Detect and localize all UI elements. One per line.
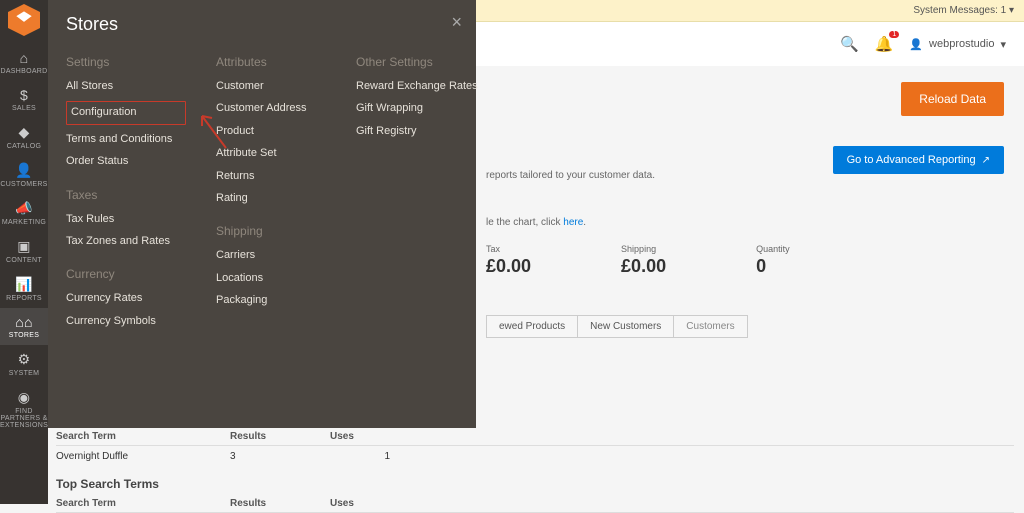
gear-icon: ⚙ — [0, 351, 48, 368]
flyout-link-returns[interactable]: Returns — [216, 169, 326, 184]
chevron-down-icon: ▾ — [1000, 38, 1006, 51]
nav-customers[interactable]: 👤 CUSTOMERS — [0, 156, 48, 194]
reports-icon: 📊 — [0, 276, 48, 293]
user-menu[interactable]: 👤 webprostudio ▾ — [909, 38, 1006, 51]
flyout-link-product[interactable]: Product — [216, 124, 326, 139]
nav-stores[interactable]: ⌂⌂ STORES — [0, 308, 48, 345]
home-icon: ⌂ — [0, 50, 48, 66]
nav-extensions[interactable]: ◉ FIND PARTNERS & EXTENSIONS — [0, 383, 48, 435]
nav-reports[interactable]: 📊 REPORTS — [0, 270, 48, 308]
nav-sales[interactable]: $ SALES — [0, 81, 48, 118]
flyout-title: Stores — [66, 14, 460, 35]
nav-label: CONTENT — [6, 257, 42, 264]
tab-customers[interactable]: Customers — [673, 315, 747, 338]
nav-label: STORES — [9, 332, 39, 339]
enable-chart-link[interactable]: here — [563, 217, 583, 228]
stat-shipping: Shipping £0.00 — [621, 244, 666, 277]
stats-row: Tax £0.00 Shipping £0.00 Quantity 0 — [486, 244, 1004, 277]
flyout-link-gift-registry[interactable]: Gift Registry — [356, 124, 486, 139]
flyout-link-configuration[interactable]: Configuration — [66, 101, 186, 124]
notifications-icon[interactable]: 🔔1 — [875, 35, 894, 53]
magento-logo[interactable] — [8, 4, 40, 36]
nav-label: SYSTEM — [9, 370, 40, 377]
nav-label: REPORTS — [6, 295, 42, 302]
flyout-link-customer-address[interactable]: Customer Address — [216, 101, 326, 116]
msg-right[interactable]: System Messages: 1 ▾ — [913, 5, 1014, 16]
flyout-attributes-head: Attributes — [216, 55, 326, 69]
search-icon[interactable]: 🔍 — [840, 35, 859, 53]
flyout-link-currency-rates[interactable]: Currency Rates — [66, 291, 186, 306]
flyout-currency-head: Currency — [66, 267, 186, 281]
chart-hint-text: le the chart, click here. — [486, 217, 1004, 228]
nav-system[interactable]: ⚙ SYSTEM — [0, 345, 48, 383]
dashboard-tabs: ewed Products New Customers Customers — [486, 315, 1004, 338]
flyout-link-order-status[interactable]: Order Status — [66, 154, 186, 169]
flyout-link-packaging[interactable]: Packaging — [216, 293, 326, 308]
flyout-link-attribute-set[interactable]: Attribute Set — [216, 146, 326, 161]
stores-icon: ⌂⌂ — [0, 314, 48, 330]
flyout-link-currency-symbols[interactable]: Currency Symbols — [66, 314, 186, 329]
user-name: webprostudio — [929, 38, 994, 50]
stat-quantity: Quantity 0 — [756, 244, 790, 277]
flyout-link-customer[interactable]: Customer — [216, 79, 326, 94]
flyout-link-gift-wrapping[interactable]: Gift Wrapping — [356, 101, 486, 116]
nav-label: MARKETING — [2, 219, 46, 226]
admin-left-nav: ⌂ DASHBOARD $ SALES ◆ CATALOG 👤 CUSTOMERS 📣 M… — [0, 0, 48, 504]
nav-label: FIND PARTNERS & EXTENSIONS — [0, 408, 48, 429]
nav-marketing[interactable]: 📣 MARKETING — [0, 194, 48, 232]
stat-tax: Tax £0.00 — [486, 244, 531, 277]
dollar-icon: $ — [0, 87, 48, 103]
flyout-shipping-head: Shipping — [216, 224, 326, 238]
notification-badge: 1 — [889, 31, 899, 38]
flyout-settings-head: Settings — [66, 55, 186, 69]
flyout-link-terms-conditions[interactable]: Terms and Conditions — [66, 132, 186, 147]
nav-label: DASHBOARD — [0, 68, 47, 75]
flyout-other-head: Other Settings — [356, 55, 486, 69]
tab-new-customers[interactable]: New Customers — [577, 315, 674, 338]
content-icon: ▣ — [0, 238, 48, 255]
advanced-reporting-button[interactable]: Go to Advanced Reporting↗ — [833, 146, 1004, 174]
tab-viewed-products[interactable]: ewed Products — [486, 315, 578, 338]
nav-label: CATALOG — [7, 143, 42, 150]
stores-flyout: Stores × Settings All Stores Configurati… — [48, 0, 476, 428]
tag-icon: ◆ — [0, 124, 48, 141]
flyout-link-rating[interactable]: Rating — [216, 191, 326, 206]
nav-catalog[interactable]: ◆ CATALOG — [0, 118, 48, 156]
flyout-link-tax-rules[interactable]: Tax Rules — [66, 212, 186, 227]
megaphone-icon: 📣 — [0, 200, 48, 217]
nav-label: CUSTOMERS — [0, 181, 47, 188]
flyout-link-reward-exchange[interactable]: Reward Exchange Rates — [356, 79, 486, 94]
flyout-link-all-stores[interactable]: All Stores — [66, 79, 186, 94]
reload-data-button[interactable]: Reload Data — [901, 82, 1004, 116]
user-icon: 👤 — [909, 38, 923, 51]
customers-icon: 👤 — [0, 162, 48, 179]
nav-label: SALES — [12, 105, 36, 112]
external-link-icon: ↗ — [982, 155, 990, 166]
flyout-link-locations[interactable]: Locations — [216, 271, 326, 286]
nav-content[interactable]: ▣ CONTENT — [0, 232, 48, 270]
partners-icon: ◉ — [0, 389, 48, 406]
flyout-link-carriers[interactable]: Carriers — [216, 248, 326, 263]
flyout-taxes-head: Taxes — [66, 188, 186, 202]
close-icon[interactable]: × — [451, 12, 462, 33]
nav-dashboard[interactable]: ⌂ DASHBOARD — [0, 44, 48, 81]
flyout-link-tax-zones[interactable]: Tax Zones and Rates — [66, 234, 186, 249]
